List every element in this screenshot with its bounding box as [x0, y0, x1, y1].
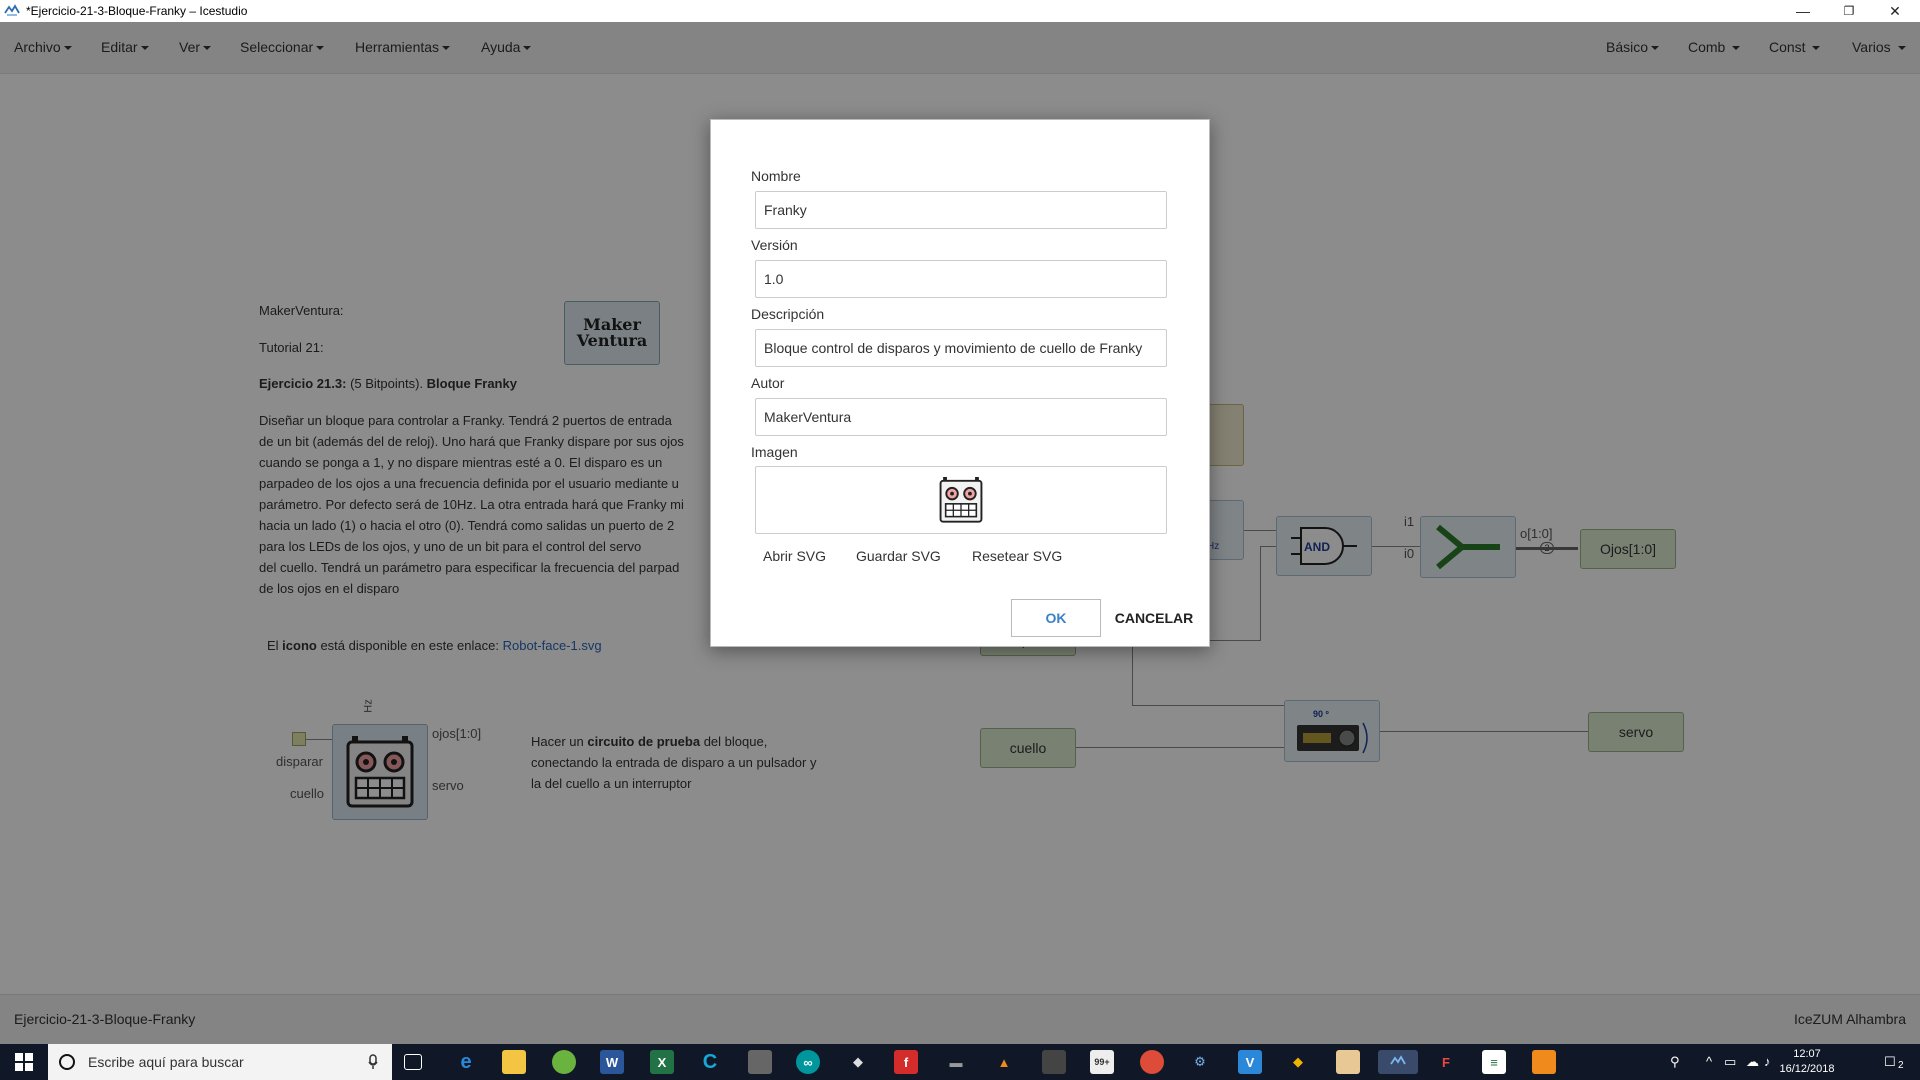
nombre-label: Nombre: [751, 168, 801, 184]
arduino-icon[interactable]: ∞: [796, 1050, 820, 1074]
windows-icon: [15, 1053, 33, 1071]
cancel-button[interactable]: CANCELAR: [1111, 599, 1197, 637]
icestudio-logo-icon: [1390, 1055, 1406, 1065]
window-titlebar: *Ejercicio-21-3-Bloque-Franky – Icestudi…: [0, 0, 1920, 22]
excel-icon[interactable]: X: [650, 1050, 674, 1074]
foxit-icon[interactable]: F: [1434, 1050, 1458, 1074]
file-explorer-icon[interactable]: [502, 1050, 526, 1074]
start-button[interactable]: [0, 1044, 48, 1080]
onedrive-icon[interactable]: ☁: [1746, 1054, 1759, 1070]
fritzing-icon[interactable]: f: [894, 1050, 918, 1074]
calculator-icon[interactable]: [1042, 1050, 1066, 1074]
task-view-icon[interactable]: [404, 1054, 422, 1070]
restore-button[interactable]: ❐: [1826, 0, 1872, 22]
resetear-svg-button[interactable]: Resetear SVG: [972, 548, 1062, 564]
close-window-button[interactable]: ✕: [1872, 0, 1918, 22]
icestudio-taskbar-icon[interactable]: [1378, 1050, 1418, 1074]
block-info-dialog: Nombre Versión Descripción Autor Imagen …: [710, 119, 1210, 647]
abrir-svg-button[interactable]: Abrir SVG: [763, 548, 826, 564]
block-image-preview: [755, 466, 1167, 534]
c-app-icon[interactable]: C: [698, 1050, 722, 1074]
minimize-button[interactable]: —: [1780, 0, 1826, 22]
taskbar: Escribe aquí para buscar e W X C ∞ ◆ f ▬…: [0, 1044, 1920, 1080]
people-icon[interactable]: ⚲: [1670, 1054, 1680, 1070]
taskbar-search[interactable]: Escribe aquí para buscar: [48, 1044, 392, 1080]
app-icon[interactable]: ▬: [944, 1050, 968, 1074]
vlc-icon[interactable]: ▲: [992, 1050, 1016, 1074]
app-icon[interactable]: [1532, 1050, 1556, 1074]
tray-chevron-icon[interactable]: ^: [1706, 1054, 1712, 1069]
icestudio-logo-icon: [4, 4, 20, 16]
window-title: *Ejercicio-21-3-Bloque-Franky – Icestudi…: [26, 4, 248, 18]
ok-button[interactable]: OK: [1011, 599, 1101, 637]
notifications-icon[interactable]: ☐: [1884, 1054, 1896, 1070]
network-icon[interactable]: ▭: [1724, 1054, 1736, 1070]
git-icon[interactable]: ◆: [1286, 1050, 1310, 1074]
app-icon[interactable]: [748, 1050, 772, 1074]
imagen-label: Imagen: [751, 444, 798, 460]
archive-icon[interactable]: [1336, 1050, 1360, 1074]
chrome-icon[interactable]: [1140, 1050, 1164, 1074]
mail-icon[interactable]: 99+: [1090, 1050, 1114, 1074]
word-icon[interactable]: W: [600, 1050, 624, 1074]
autor-label: Autor: [751, 375, 785, 391]
version-label: Versión: [751, 237, 798, 253]
version-field[interactable]: [755, 260, 1167, 298]
descripcion-field[interactable]: [755, 329, 1167, 367]
notification-count: 2: [1898, 1060, 1904, 1071]
vscode-icon[interactable]: V: [1238, 1050, 1262, 1074]
notepad-icon[interactable]: ≡: [1482, 1050, 1506, 1074]
globe-app-icon[interactable]: [552, 1050, 576, 1074]
autor-field[interactable]: [755, 398, 1167, 436]
taskbar-clock[interactable]: 12:07 16/12/2018: [1774, 1047, 1840, 1077]
descripcion-label: Descripción: [751, 306, 825, 322]
nombre-field[interactable]: [755, 191, 1167, 229]
inkscape-icon[interactable]: ◆: [846, 1050, 870, 1074]
network-app-icon[interactable]: ⚙: [1188, 1050, 1212, 1074]
edge-icon[interactable]: e: [454, 1050, 478, 1074]
microphone-icon[interactable]: [368, 1054, 378, 1070]
robot-face-icon: [939, 477, 983, 523]
volume-icon[interactable]: ♪: [1764, 1054, 1771, 1069]
cortana-icon: [59, 1054, 75, 1070]
guardar-svg-button[interactable]: Guardar SVG: [856, 548, 941, 564]
search-placeholder: Escribe aquí para buscar: [88, 1054, 244, 1070]
